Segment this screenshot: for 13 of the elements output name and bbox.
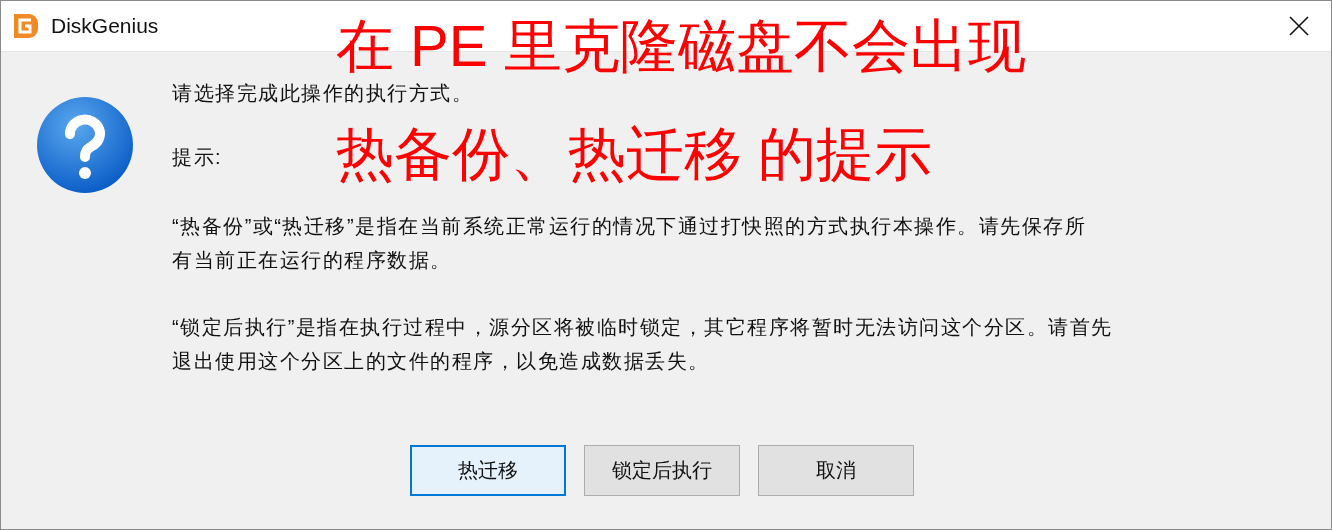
prompt-text: 请选择完成此操作的执行方式。 [172,81,473,106]
question-icon [36,96,134,194]
hint-label: 提示: [172,146,223,168]
explanation-paragraph: “热备份”或“热迁移”是指在当前系统正常运行的情况下通过打快照的方式执行本操作。请先保存所 有当前正在运行的程序数据。 [172,214,1087,273]
dialog-button[interactable]: 取消 [757,445,914,496]
dialog-button[interactable]: 热迁移 [409,445,566,496]
dialog-button[interactable]: 锁定后执行 [583,445,740,496]
explanation-paragraph: “锁定后执行”是指在执行过程中，源分区将被临时锁定，其它程序将暂时无法访问这个分区。请首先 退出使用这个分区上的文件的程序，以免造成数据丢失。 [172,315,1113,374]
window-title: DiskGenius [51,14,160,38]
app-logo-icon [11,11,41,41]
annotation-text: 在 PE 里克隆磁盘不会出现 [336,13,1026,79]
close-icon [1288,15,1310,37]
annotation-text: 热备份、热迁移 的提示 [336,121,933,187]
